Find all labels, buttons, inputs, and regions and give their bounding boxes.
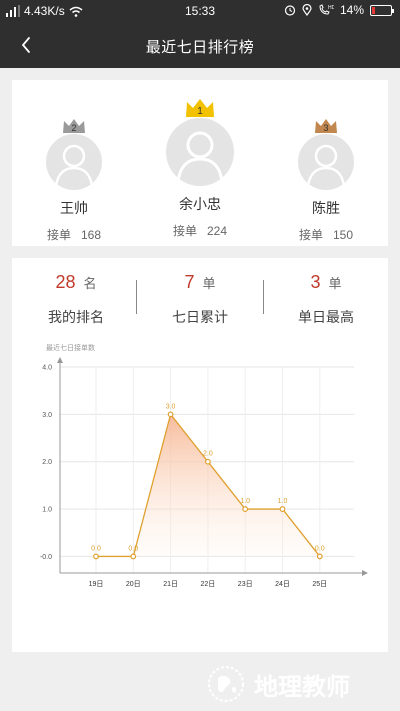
stat-label: 七日累计 [172, 309, 228, 325]
x-tick-label: 25日 [312, 580, 327, 588]
user-placeholder-icon [176, 131, 224, 183]
data-point [130, 553, 137, 560]
orders-label: 接单 [46, 228, 71, 242]
data-label: 3.0 [166, 403, 176, 410]
stat-seven-day-total: 7单 七日累计 [140, 272, 260, 327]
person-name: 王帅 [60, 200, 88, 216]
x-axis-arrow-icon [362, 570, 368, 576]
stat-label: 我的排名 [48, 309, 104, 325]
svg-text:HD: HD [328, 5, 334, 11]
data-label: 0.0 [128, 545, 138, 552]
stat-value: 3 [310, 272, 321, 292]
x-tick-label: 23日 [238, 580, 253, 588]
x-tick-label: 19日 [89, 580, 104, 588]
data-label: 0.0 [91, 545, 101, 552]
podium-first[interactable]: 1 余小忠 接单 224 [162, 98, 238, 239]
crown-gold-icon: 1 [186, 99, 214, 117]
stat-unit: 单 [328, 276, 342, 291]
battery-percent: 14% [339, 3, 364, 17]
person-orders: 接单 150 [296, 226, 356, 243]
chart-title: 最近七日接单数 [46, 345, 95, 352]
data-label: 2.0 [203, 451, 213, 458]
x-tick-label: 20日 [126, 580, 141, 588]
user-placeholder-icon [54, 144, 94, 187]
rank-number: 3 [323, 123, 328, 133]
watermark: 地理教师 [206, 664, 350, 704]
stat-value: 28 [55, 272, 76, 292]
hd-call-icon: HD [319, 4, 334, 15]
status-bar: 4.43K/s 15:33 HD 14% [0, 0, 400, 22]
data-point [93, 553, 99, 560]
crown-bronze-icon: 3 [315, 119, 337, 133]
stat-my-rank: 28 名 我的排名 [16, 272, 136, 327]
y-tick-label: -0.0 [40, 554, 52, 561]
y-tick-label: 3.0 [42, 412, 52, 419]
y-tick-label: 1.0 [42, 507, 52, 514]
data-point [204, 458, 211, 465]
data-label: 1.0 [240, 498, 250, 505]
person-orders: 接单 224 [162, 222, 238, 239]
stats-card: 28 名 我的排名 7单 七日累计 3单 单日最高 最近七日接单数 4.0 3.0 2… [12, 258, 388, 652]
user-placeholder-icon [306, 144, 346, 187]
person-name: 余小忠 [179, 196, 221, 212]
x-tick-label: 24日 [275, 580, 290, 588]
orders-label: 接单 [172, 224, 197, 238]
avatar [166, 118, 234, 186]
orders-count: 168 [80, 228, 102, 242]
x-tick-label: 22日 [201, 580, 216, 588]
rank-number: 2 [71, 123, 76, 133]
y-axis-arrow-icon [57, 357, 63, 363]
divider [136, 280, 137, 314]
watermark-text: 地理教师 [254, 673, 350, 701]
y-tick-label: 4.0 [42, 365, 52, 372]
avatar [298, 134, 354, 190]
divider [263, 280, 264, 314]
data-point [242, 506, 249, 512]
stat-value: 7 [184, 272, 195, 292]
orders-count: 224 [206, 224, 228, 238]
person-name: 陈胜 [312, 200, 340, 216]
alarm-icon [284, 5, 296, 16]
rank-number: 1 [197, 106, 203, 117]
orders-line-chart: 4.0 3.0 2.0 1.0 -0.0 0.0 0.0 3.0 2.0 1.0 1.0 0.0 19日… [40, 357, 368, 588]
data-label: 1.0 [278, 498, 288, 505]
avatar [46, 134, 102, 190]
data-point [279, 506, 286, 512]
data-label: 0.0 [315, 545, 325, 552]
orders-label: 接单 [298, 228, 323, 242]
status-right: HD 14% [284, 3, 394, 17]
orders-count: 150 [332, 228, 354, 242]
data-point [316, 553, 323, 560]
globe-logo-icon [208, 666, 244, 702]
stat-unit: 单 [202, 276, 216, 291]
podium-second[interactable]: 2 王帅 接单 168 [44, 118, 104, 243]
stat-label: 单日最高 [298, 309, 354, 325]
location-icon [302, 4, 312, 16]
data-point [167, 411, 174, 418]
stat-daily-max: 3单 单日最高 [266, 272, 386, 327]
page-title: 最近七日排行榜 [145, 39, 255, 56]
y-tick-label: 2.0 [42, 459, 52, 466]
crown-silver-icon: 2 [63, 119, 85, 133]
nav-bar: 最近七日排行榜 [0, 22, 400, 68]
person-orders: 接单 168 [44, 226, 104, 243]
podium-third[interactable]: 3 陈胜 接单 150 [296, 118, 356, 243]
x-tick-label: 21日 [163, 580, 178, 588]
ranking-podium: 2 王帅 接单 168 1 余小忠 接单 224 3 陈胜 接单 150 [12, 80, 388, 246]
stat-unit: 名 [83, 276, 97, 291]
battery-icon [370, 4, 394, 16]
